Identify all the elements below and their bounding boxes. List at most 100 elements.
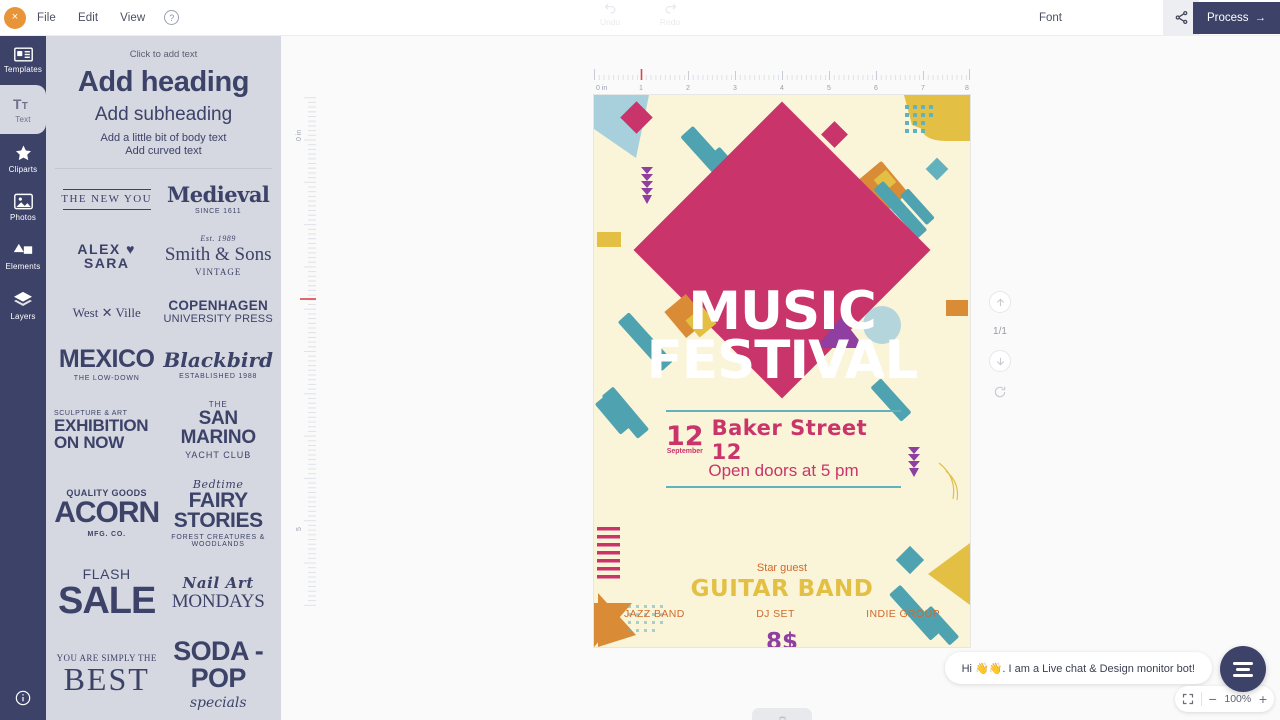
text-style-label: COPENHAGEN bbox=[168, 297, 269, 313]
text-style-label: BEST bbox=[63, 661, 150, 698]
refresh-button[interactable] bbox=[993, 385, 1007, 399]
text-style-card[interactable]: Blackbird ESTABLISHED 1988 bbox=[161, 338, 275, 391]
text-style-sub: specials bbox=[189, 694, 247, 711]
text-style-label: MONDAYS bbox=[171, 591, 265, 613]
text-style-card[interactable]: ALEX ♥ SARA bbox=[52, 225, 161, 286]
text-style-sub: SINCE 1611 bbox=[195, 207, 242, 215]
text-style-label: West ✕ Ville bbox=[72, 304, 141, 320]
sidebar-item-elements[interactable]: Elements bbox=[0, 232, 46, 281]
trash-icon bbox=[778, 716, 786, 720]
page-up-button[interactable] bbox=[989, 291, 1011, 313]
sidebar-item-photos-label: Photos bbox=[9, 213, 37, 222]
help-icon[interactable]: ? bbox=[164, 10, 180, 25]
chat-toggle-button[interactable] bbox=[1220, 646, 1266, 692]
sidebar-item-layers[interactable]: Layers bbox=[0, 281, 46, 330]
text-style-card[interactable]: West ✕ Ville bbox=[52, 286, 161, 338]
text-style-card[interactable]: Medieval SINCE 1611 bbox=[161, 173, 275, 225]
undo-label: Undo bbox=[599, 17, 621, 27]
poster-date: 12 September bbox=[666, 421, 704, 454]
menu-file[interactable]: File bbox=[26, 12, 67, 24]
font-button[interactable]: Font bbox=[1039, 12, 1062, 24]
text-style-label: SAN MARINO bbox=[180, 408, 257, 448]
zoom-in-button[interactable]: + bbox=[1259, 691, 1267, 707]
layers-icon bbox=[13, 291, 33, 309]
menu-edit[interactable]: Edit bbox=[67, 12, 109, 24]
sidebar-item-cliparts[interactable]: Cliparts bbox=[0, 134, 46, 183]
sidebar-item-cliparts-label: Cliparts bbox=[8, 164, 38, 174]
add-curved-text-button[interactable]: Add curved text bbox=[46, 145, 281, 157]
sidebar-item-elements-label: Elements bbox=[5, 262, 41, 271]
add-heading-button[interactable]: Add heading bbox=[46, 66, 281, 99]
undo-icon bbox=[604, 3, 615, 14]
text-style-label: ALEX ♥ SARA bbox=[77, 240, 136, 271]
page-navigation-tools: 1/1 bbox=[981, 291, 1019, 399]
text-style-label: EXHIBITION ON NOW bbox=[54, 415, 149, 452]
svg-text:3: 3 bbox=[733, 85, 737, 92]
text-style-card[interactable]: FLASH SALE bbox=[52, 557, 161, 629]
page-down-button[interactable] bbox=[989, 350, 1011, 372]
sidebar-item-templates-label: Templates bbox=[3, 65, 43, 74]
text-style-card[interactable]: COPENHAGEN UNIVERSITY PRESS bbox=[161, 286, 275, 338]
chat-message-bubble[interactable]: Hi 👋👋. I am a Live chat & Design monitor… bbox=[944, 652, 1212, 684]
poster-bands-row[interactable]: JAZZ BAND DJ SET INDIE GROUP bbox=[624, 608, 940, 620]
close-button[interactable]: × bbox=[4, 6, 26, 29]
top-toolbar: × File Edit View ? Undo Redo Font Proces… bbox=[0, 0, 1280, 36]
photo-icon bbox=[13, 193, 33, 210]
text-styles-grid: THE NEW YOU Medieval SINCE 1611 ALEX ♥ S… bbox=[46, 169, 281, 720]
canvas-area[interactable]: 0 in 1 2 3 4 5 6 7 8 0 in 5 MUSIC FESTIV… bbox=[281, 36, 1280, 720]
text-style-label: FAIRY STORIES bbox=[173, 489, 263, 532]
fit-screen-button[interactable] bbox=[1182, 693, 1194, 705]
delete-drop-target[interactable] bbox=[752, 708, 812, 720]
poster-title[interactable]: MUSIC FESTIVAL bbox=[594, 281, 970, 388]
redo-button[interactable]: Redo bbox=[649, 1, 691, 27]
poster-band-3: INDIE GROUP bbox=[866, 608, 940, 620]
text-style-sub: VINTAGE bbox=[195, 267, 242, 277]
poster-open-doors: Open doors at 5 pm bbox=[708, 461, 859, 480]
svg-text:1: 1 bbox=[639, 85, 643, 92]
menu-view[interactable]: View bbox=[109, 12, 156, 24]
info-button[interactable] bbox=[0, 690, 46, 706]
poster-date-day: 12 bbox=[666, 421, 704, 453]
poster-artboard[interactable]: MUSIC FESTIVAL 12 September Baker Street… bbox=[594, 95, 970, 647]
sidebar-item-text[interactable]: T T Text bbox=[0, 85, 46, 134]
add-subheading-button[interactable]: Add subheading bbox=[46, 104, 281, 126]
horizontal-ruler[interactable]: 0 in 1 2 3 4 5 6 7 8 bbox=[594, 67, 970, 93]
chat-message-text: Hi 👋👋. I am a Live chat & Design monitor… bbox=[961, 662, 1195, 675]
sidebar-item-templates[interactable]: Templates bbox=[0, 36, 46, 85]
text-style-card[interactable]: SODA -POP specials bbox=[161, 629, 275, 720]
info-icon bbox=[15, 690, 31, 706]
poster-band-2: DJ SET bbox=[756, 608, 795, 620]
process-button[interactable]: Process → bbox=[1192, 2, 1280, 34]
sidebar-item-photos[interactable]: Photos bbox=[0, 183, 46, 232]
text-style-sub: THE LOW-DOWN bbox=[73, 375, 140, 382]
text-style-card[interactable]: MEXICO THE LOW-DOWN bbox=[52, 338, 161, 391]
poster-price[interactable]: 8$ bbox=[594, 629, 970, 647]
undo-button[interactable]: Undo bbox=[589, 1, 631, 27]
poster-star-guest-label[interactable]: Star guest bbox=[594, 562, 970, 574]
text-style-card[interactable]: SCULPTURE & ART EXHIBITION ON NOW bbox=[52, 391, 161, 469]
text-icon: T T bbox=[13, 96, 34, 112]
design-editor-app: × File Edit View ? Undo Redo Font Proces… bbox=[0, 0, 1280, 720]
poster-title-line1: MUSIC bbox=[688, 281, 877, 342]
zoom-out-button[interactable]: − bbox=[1209, 691, 1217, 707]
zoom-level: 100% bbox=[1224, 693, 1252, 705]
vertical-ruler[interactable]: 0 in 5 bbox=[290, 93, 316, 613]
text-style-card[interactable]: THE SAN MARINO YACHT CLUB bbox=[161, 391, 275, 469]
svg-text:T: T bbox=[13, 96, 22, 111]
text-style-top: Nail Art bbox=[182, 574, 254, 593]
poster-date-block[interactable]: 12 September Baker Street 12 Open doors … bbox=[666, 410, 901, 488]
text-style-card[interactable]: Est. 1989 Smith & Sons VINTAGE bbox=[161, 225, 275, 286]
poster-star-guest[interactable]: GUITAR BAND bbox=[594, 576, 970, 602]
text-style-card[interactable]: Bedtime FAIRY STORIES FOREST CREATURES &… bbox=[161, 469, 275, 557]
text-style-label: Medieval bbox=[166, 181, 270, 207]
text-style-card[interactable]: Nail Art MONDAYS bbox=[161, 557, 275, 629]
left-tool-rail: Templates T T Text Cliparts Photos Eleme… bbox=[0, 36, 46, 720]
text-style-sub: FOREST CREATURES & WOODLANDS bbox=[171, 533, 266, 548]
text-style-card[interactable]: THE NEW YOU bbox=[52, 173, 161, 225]
text-style-label: SALE bbox=[58, 579, 156, 622]
sidebar-item-layers-label: Layers bbox=[10, 311, 36, 321]
svg-text:0 in: 0 in bbox=[596, 85, 607, 92]
text-style-card[interactable]: QUALITY GOODS ACORN MFG. CO. bbox=[52, 469, 161, 557]
text-style-card[interactable]: YOU ARE SIMPLY THE BEST bbox=[52, 629, 161, 720]
add-body-text-button[interactable]: Add a little bit of body text bbox=[46, 132, 281, 144]
